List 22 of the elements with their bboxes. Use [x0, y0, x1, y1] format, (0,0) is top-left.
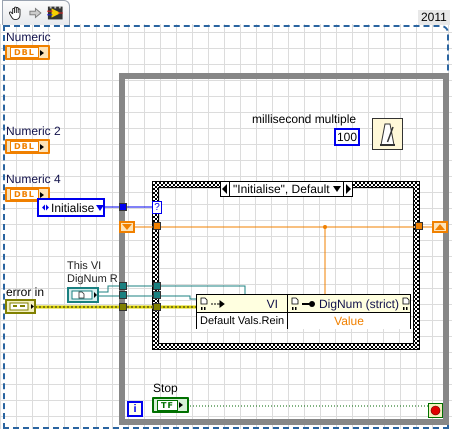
iteration-terminal: i — [127, 401, 143, 417]
control-label: Numeric 2 — [6, 125, 61, 138]
numeric-constant: 100 — [334, 128, 360, 146]
boolean-terminal: TF — [152, 397, 189, 413]
control-label: Stop — [153, 382, 178, 395]
control-label: Numeric 4 — [6, 173, 61, 186]
numeric-terminal: DBL — [5, 139, 50, 154]
reference-label: This VI — [67, 260, 102, 273]
selector-terminal: ? — [152, 201, 162, 214]
version-label: 2011 — [418, 10, 450, 25]
enum-constant: Initialise — [37, 198, 105, 217]
node-property: Default Vals.Rein — [200, 315, 284, 327]
numeric-terminal: DBL — [5, 45, 50, 60]
case-selector: "Initialise", Default — [220, 181, 353, 197]
reference-label: DigNum R — [67, 273, 118, 286]
control-label: Numeric — [6, 31, 51, 44]
node-class: VI — [266, 296, 278, 310]
node-property: Value — [334, 314, 364, 328]
control-label: error in — [6, 286, 44, 299]
numeric-terminal: DBL — [5, 187, 50, 202]
wait-label: millisecond multiple — [252, 113, 356, 126]
node-class: DigNum (strict) — [319, 296, 399, 310]
